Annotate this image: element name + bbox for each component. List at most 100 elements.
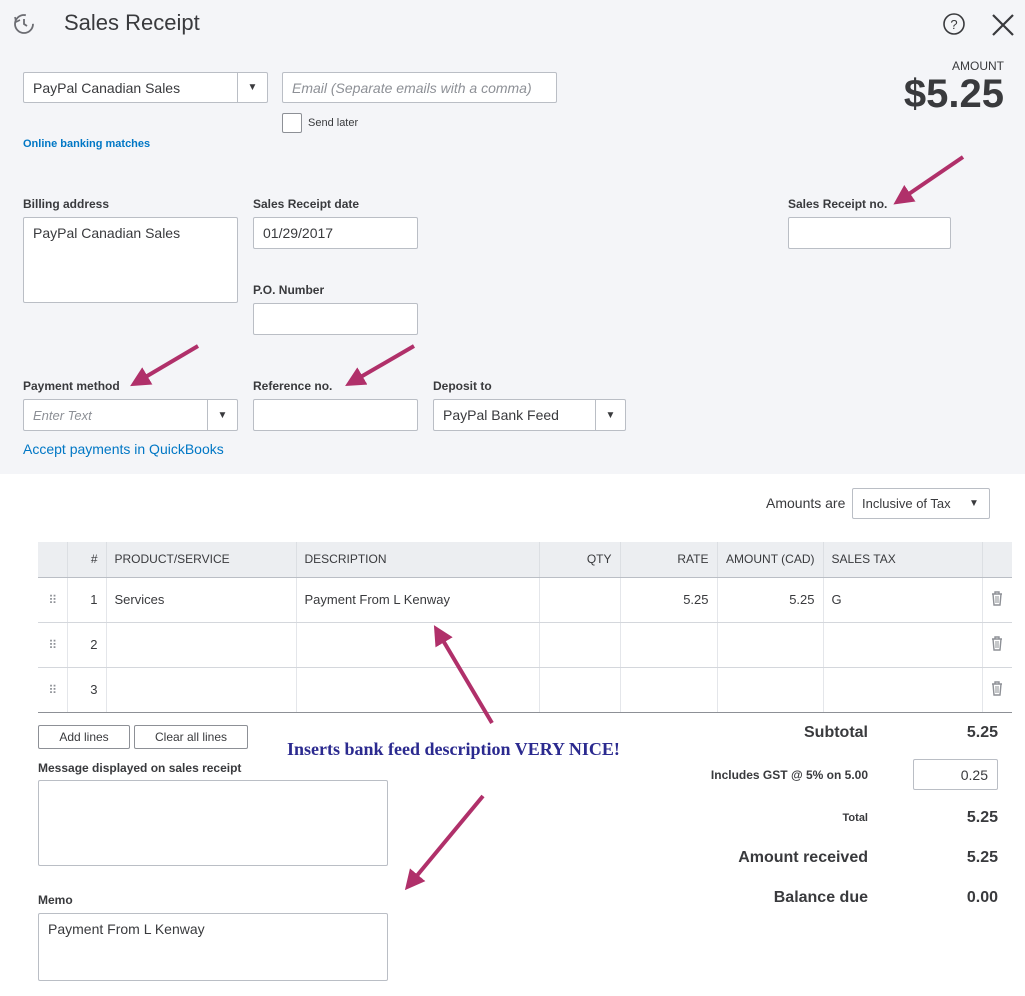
row-qty[interactable] xyxy=(539,622,621,668)
sales-receipt-date-value: 01/29/2017 xyxy=(263,225,334,241)
header-amount: AMOUNT (CAD) xyxy=(717,542,824,578)
annotation-text: Inserts bank feed description VERY NICE! xyxy=(287,739,620,759)
amounts-are-value: Inclusive of Tax xyxy=(862,496,951,511)
memo-value: Payment From L Kenway xyxy=(48,921,205,937)
amounts-are-label: Amounts are xyxy=(766,495,846,511)
table-row[interactable]: ⠿ 2 xyxy=(38,622,1012,668)
send-later-checkbox[interactable] xyxy=(282,113,302,133)
row-num: 3 xyxy=(67,667,107,713)
billing-address-field[interactable]: PayPal Canadian Sales xyxy=(23,217,238,303)
amount-received-label: Amount received xyxy=(738,849,868,866)
row-tax[interactable]: G xyxy=(823,577,983,623)
trash-icon[interactable] xyxy=(982,577,1012,623)
drag-handle-icon[interactable]: ⠿ xyxy=(38,577,68,623)
gst-label: Includes GST @ 5% on 5.00 xyxy=(710,768,868,782)
table-row[interactable]: ⠿ 1 Services Payment From L Kenway 5.25 … xyxy=(38,577,1012,623)
chevron-down-icon[interactable]: ▼ xyxy=(595,400,625,430)
subtotal-label: Subtotal xyxy=(804,724,868,741)
page-title: Sales Receipt xyxy=(64,10,200,35)
header-num: # xyxy=(67,542,107,578)
customer-value: PayPal Canadian Sales xyxy=(33,79,181,96)
deposit-to-value: PayPal Bank Feed xyxy=(443,407,559,423)
message-field[interactable] xyxy=(38,780,388,866)
svg-text:?: ? xyxy=(950,17,957,32)
amount-label: AMOUNT xyxy=(952,59,1004,73)
po-number-label: P.O. Number xyxy=(253,283,325,297)
close-icon[interactable] xyxy=(990,12,1016,38)
row-product[interactable]: Services xyxy=(106,577,297,623)
gst-amount-field[interactable]: 0.25 xyxy=(913,759,998,790)
payment-method-label: Payment method xyxy=(23,379,120,393)
row-description[interactable] xyxy=(296,667,540,713)
line-items-table: # PRODUCT/SERVICE DESCRIPTION QTY RATE A… xyxy=(38,542,1012,713)
row-num: 2 xyxy=(67,622,107,668)
po-number-field[interactable] xyxy=(253,303,418,335)
row-rate[interactable] xyxy=(620,622,718,668)
total-label: Total xyxy=(842,812,868,824)
header-actions xyxy=(982,542,1012,578)
gst-value: 0.25 xyxy=(960,766,988,783)
history-icon[interactable] xyxy=(12,12,36,36)
chevron-down-icon[interactable]: ▼ xyxy=(959,489,989,518)
row-num: 1 xyxy=(67,577,107,623)
deposit-to-select[interactable]: PayPal Bank Feed ▼ xyxy=(433,399,626,431)
online-banking-matches-link[interactable]: Online banking matches xyxy=(23,138,150,150)
row-amount[interactable]: 5.25 xyxy=(717,577,824,623)
trash-icon[interactable] xyxy=(982,667,1012,713)
clear-all-lines-button[interactable]: Clear all lines xyxy=(134,725,248,749)
deposit-to-label: Deposit to xyxy=(433,379,492,393)
row-description[interactable]: Payment From L Kenway xyxy=(296,577,540,623)
row-tax[interactable] xyxy=(823,667,983,713)
sales-receipt-no-label: Sales Receipt no. xyxy=(788,197,888,211)
chevron-down-icon[interactable]: ▼ xyxy=(207,400,237,430)
memo-field[interactable]: Payment From L Kenway xyxy=(38,913,388,981)
drag-handle-icon[interactable]: ⠿ xyxy=(38,622,68,668)
send-later-label: Send later xyxy=(308,117,359,129)
balance-due-value: 0.00 xyxy=(966,889,998,906)
email-placeholder: Email (Separate emails with a comma) xyxy=(292,79,532,96)
table-row[interactable]: ⠿ 3 xyxy=(38,667,1012,713)
accept-payments-link[interactable]: Accept payments in QuickBooks xyxy=(23,441,224,457)
amount-received-value: 5.25 xyxy=(966,849,998,866)
row-amount[interactable] xyxy=(717,667,824,713)
header-drag xyxy=(38,542,68,578)
sales-receipt-date-label: Sales Receipt date xyxy=(253,197,360,211)
help-icon[interactable]: ? xyxy=(942,12,966,36)
email-input[interactable]: Email (Separate emails with a comma) xyxy=(282,72,557,103)
total-value: 5.25 xyxy=(966,809,998,826)
memo-label: Memo xyxy=(38,893,73,907)
row-description[interactable] xyxy=(296,622,540,668)
payment-method-select[interactable]: Enter Text ▼ xyxy=(23,399,238,431)
reference-no-label: Reference no. xyxy=(253,379,333,393)
subtotal-value: 5.25 xyxy=(966,724,998,741)
billing-address-value: PayPal Canadian Sales xyxy=(33,225,181,241)
billing-address-label: Billing address xyxy=(23,197,110,211)
row-amount[interactable] xyxy=(717,622,824,668)
balance-due-label: Balance due xyxy=(773,889,868,906)
add-lines-button[interactable]: Add lines xyxy=(38,725,130,749)
header-qty: QTY xyxy=(539,542,621,578)
drag-handle-icon[interactable]: ⠿ xyxy=(38,667,68,713)
row-tax[interactable] xyxy=(823,622,983,668)
table-header-row: # PRODUCT/SERVICE DESCRIPTION QTY RATE A… xyxy=(38,542,1012,578)
sales-receipt-date-field[interactable]: 01/29/2017 xyxy=(253,217,418,249)
header-sales-tax: SALES TAX xyxy=(823,542,983,578)
row-rate[interactable]: 5.25 xyxy=(620,577,718,623)
customer-select[interactable]: PayPal Canadian Sales ▼ xyxy=(23,72,268,103)
trash-icon[interactable] xyxy=(982,622,1012,668)
header-product: PRODUCT/SERVICE xyxy=(106,542,297,578)
amount-value: $5.25 xyxy=(903,72,1004,116)
row-product[interactable] xyxy=(106,622,297,668)
arrow-memo xyxy=(404,794,485,891)
row-rate[interactable] xyxy=(620,667,718,713)
header-description: DESCRIPTION xyxy=(296,542,540,578)
row-qty[interactable] xyxy=(539,667,621,713)
row-product[interactable] xyxy=(106,667,297,713)
header-rate: RATE xyxy=(620,542,718,578)
reference-no-field[interactable] xyxy=(253,399,418,431)
amounts-are-select[interactable]: Inclusive of Tax ▼ xyxy=(852,488,990,519)
message-label: Message displayed on sales receipt xyxy=(38,761,242,775)
sales-receipt-no-field[interactable] xyxy=(788,217,951,249)
row-qty[interactable] xyxy=(539,577,621,623)
chevron-down-icon[interactable]: ▼ xyxy=(237,73,267,102)
